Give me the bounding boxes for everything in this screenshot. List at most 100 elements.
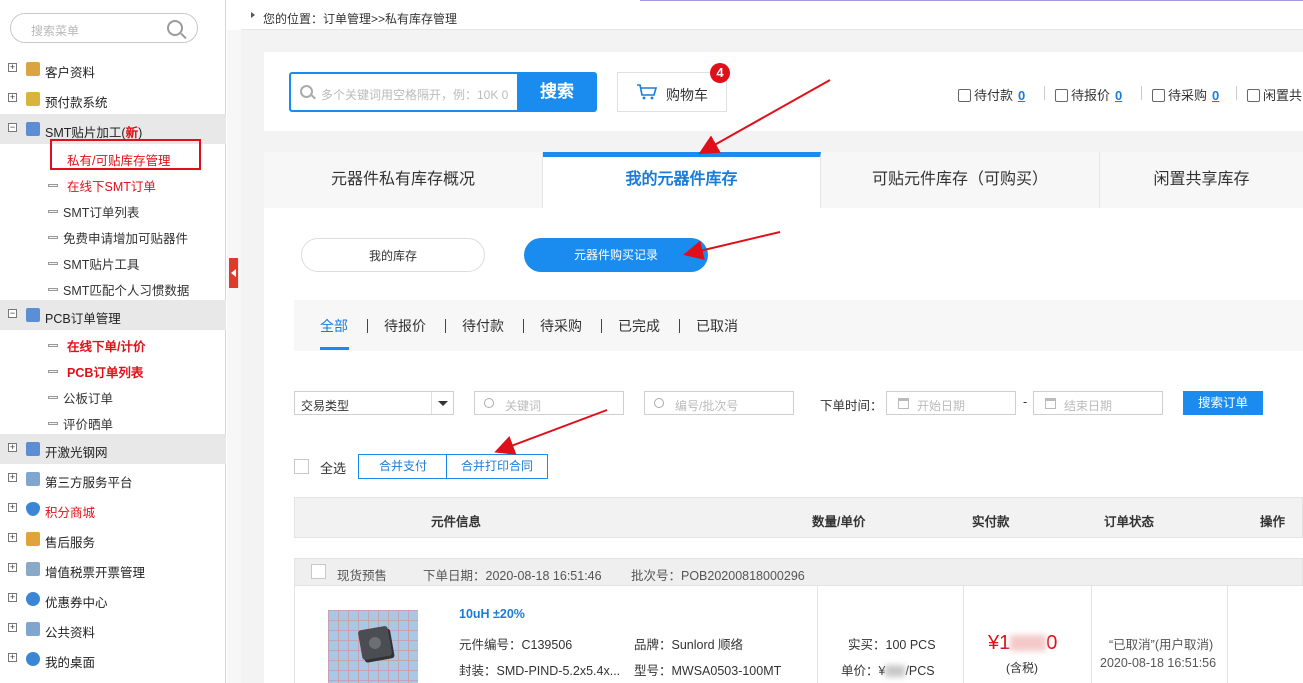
filter-tab-completed[interactable]: 已完成	[618, 316, 660, 336]
smt-group-text: SMT贴片加工(	[45, 126, 126, 140]
sidebar-item-label: 评价晒单	[63, 418, 114, 432]
calendar-icon	[26, 122, 40, 136]
order-time-label: 下单时间：	[820, 399, 883, 413]
code-batch-field[interactable]: 编号/批次号	[644, 391, 794, 415]
menu-search-placeholder: 搜索菜单	[31, 24, 80, 38]
tab-private-overview[interactable]: 元器件私有库存概况	[264, 152, 543, 208]
sidebar-item-online-smt-order[interactable]: 在线下SMT订单	[0, 170, 226, 196]
sidebar-group-customer[interactable]: + 客户资料	[0, 54, 226, 84]
sidebar-item-smt-order-list[interactable]: SMT订单列表	[0, 196, 226, 222]
purchase-records-pill[interactable]: 元器件购买记录	[524, 238, 708, 272]
status-pending-quote[interactable]: 待报价 0	[1055, 85, 1122, 104]
status-count[interactable]: 0	[1115, 88, 1122, 103]
menu-search-input[interactable]: 搜索菜单	[10, 13, 198, 43]
expand-icon[interactable]: +	[8, 443, 17, 452]
expand-icon[interactable]: +	[8, 473, 17, 482]
expand-icon[interactable]: +	[8, 533, 17, 542]
status-count[interactable]: 0	[1212, 88, 1219, 103]
status-label: 待付款	[974, 88, 1014, 103]
status-pending-purchase[interactable]: 待采购 0	[1152, 85, 1219, 104]
filter-tab-pending-quote[interactable]: 待报价	[384, 316, 426, 336]
quote-icon	[1055, 89, 1068, 102]
sidebar-group-after-sales[interactable]: + 售后服务	[0, 524, 226, 554]
search-icon[interactable]	[167, 20, 183, 36]
status-count[interactable]: 0	[1018, 88, 1025, 103]
sidebar-item-pcb-order-list[interactable]: PCB订单列表	[0, 356, 226, 382]
sidebar-group-points-mall[interactable]: + 积分商城	[0, 494, 226, 524]
expand-icon[interactable]: +	[8, 93, 17, 102]
keyword-placeholder: 多个关键词用空格隔开，例：10K 0	[321, 88, 509, 102]
sidebar-item-label: 免费申请增加可贴器件	[63, 232, 189, 246]
sidebar-item-label: SMT订单列表	[63, 206, 140, 220]
expand-icon[interactable]: +	[8, 503, 17, 512]
keyword-search-input[interactable]: 多个关键词用空格隔开，例：10K 0	[289, 72, 517, 112]
tree-node-icon	[48, 236, 58, 239]
sidebar-group-label: PCB订单管理	[45, 312, 121, 326]
collapse-icon[interactable]: −	[8, 123, 17, 132]
calendar-icon	[898, 398, 909, 409]
sidebar-group-prepay[interactable]: + 预付款系统	[0, 84, 226, 114]
search-order-button[interactable]: 搜索订单	[1183, 391, 1263, 415]
paid-suffix: 0	[1046, 632, 1058, 654]
sidebar-group-desktop[interactable]: + 我的桌面	[0, 644, 226, 674]
expand-icon[interactable]: +	[8, 563, 17, 572]
sidebar-group-label: 开激光钢网	[45, 446, 108, 460]
sidebar-group-label: 公共资料	[45, 626, 96, 640]
cart-button[interactable]: 购物车 4	[617, 63, 730, 112]
collapse-icon[interactable]: −	[8, 309, 17, 318]
order-table-header: 元件信息 数量/单价 实付款 订单状态 操作	[294, 497, 1303, 538]
chevron-down-icon	[431, 392, 453, 414]
sidebar-item-smt-tools[interactable]: SMT贴片工具	[0, 248, 226, 274]
sidebar-item-smt-habits[interactable]: SMT匹配个人习惯数据	[0, 274, 226, 300]
expand-icon[interactable]: +	[8, 623, 17, 632]
select-all-checkbox[interactable]	[294, 459, 309, 474]
status-pending-payment[interactable]: 待付款 0	[958, 85, 1025, 104]
calendar-icon	[1045, 398, 1056, 409]
sidebar-group-invoice[interactable]: + 增值税票开票管理	[0, 554, 226, 584]
expand-icon[interactable]: +	[8, 593, 17, 602]
filter-tab-cancelled[interactable]: 已取消	[696, 316, 738, 336]
sidebar-group-stencil[interactable]: + 开激光钢网	[0, 434, 226, 464]
sidebar-item-free-apply[interactable]: 免费申请增加可贴器件	[0, 222, 226, 248]
keyword-field[interactable]: 关键词	[474, 391, 624, 415]
merge-pay-button[interactable]: 合并支付	[358, 454, 448, 479]
sidebar-item-online-order[interactable]: 在线下单/计价	[0, 330, 226, 356]
filter-tab-all[interactable]: 全部	[320, 316, 348, 336]
status-idle-shared[interactable]: 闲置共	[1247, 85, 1302, 104]
sidebar-item-label: SMT匹配个人习惯数据	[63, 284, 190, 298]
end-date-field[interactable]: 结束日期	[1033, 391, 1163, 415]
wallet-icon	[26, 92, 40, 106]
product-name[interactable]: 10uH ±20%	[459, 607, 525, 621]
search-button[interactable]: 搜索	[517, 72, 597, 112]
merge-print-contract-button[interactable]: 合并打印合同	[446, 454, 548, 479]
filter-tab-pending-purchase[interactable]: 待采购	[540, 316, 582, 336]
sidebar-group-public-data[interactable]: + 公共资料	[0, 614, 226, 644]
sidebar-group-coupon[interactable]: + 优惠券中心	[0, 584, 226, 614]
sidebar-group-third-party[interactable]: + 第三方服务平台	[0, 464, 226, 494]
tab-my-components[interactable]: 我的元器件库存	[543, 152, 821, 208]
my-stock-pill[interactable]: 我的库存	[301, 238, 485, 272]
sidebar-item-public-board[interactable]: 公板订单	[0, 382, 226, 408]
filter-tab-pending-payment[interactable]: 待付款	[462, 316, 504, 336]
collapse-arrow-icon[interactable]	[229, 258, 239, 288]
unit-price-suffix: /PCS	[905, 664, 935, 678]
main-tabs: 元器件私有库存概况 我的元器件库存 可贴元件库存（可购买） 闲置共享库存	[264, 152, 1303, 208]
start-date-field[interactable]: 开始日期	[886, 391, 1016, 415]
share-icon	[1247, 89, 1260, 102]
tree-node-icon	[48, 396, 58, 399]
keyword-field-placeholder: 关键词	[505, 399, 542, 413]
sidebar-item-review[interactable]: 评价晒单	[0, 408, 226, 434]
tab-mountable-stock[interactable]: 可贴元件库存（可购买）	[821, 152, 1100, 208]
expand-icon[interactable]: +	[8, 63, 17, 72]
expand-icon[interactable]: +	[8, 653, 17, 662]
sidebar-group-pcb[interactable]: − PCB订单管理	[0, 300, 226, 330]
smt-group-close: )	[138, 126, 143, 140]
order-checkbox[interactable]	[311, 564, 326, 579]
tree-node-icon	[48, 288, 58, 291]
tab-idle-shared[interactable]: 闲置共享库存	[1100, 152, 1303, 208]
status-filter-tabs: 全部 待报价 待付款 待采购 已完成 已取消	[294, 300, 1303, 351]
breadcrumb-text: 您的位置：订单管理>>私有库存管理	[263, 12, 458, 26]
search-icon	[484, 398, 494, 408]
transaction-type-select[interactable]: 交易类型	[294, 391, 454, 415]
component-thumbnail[interactable]	[328, 610, 418, 683]
